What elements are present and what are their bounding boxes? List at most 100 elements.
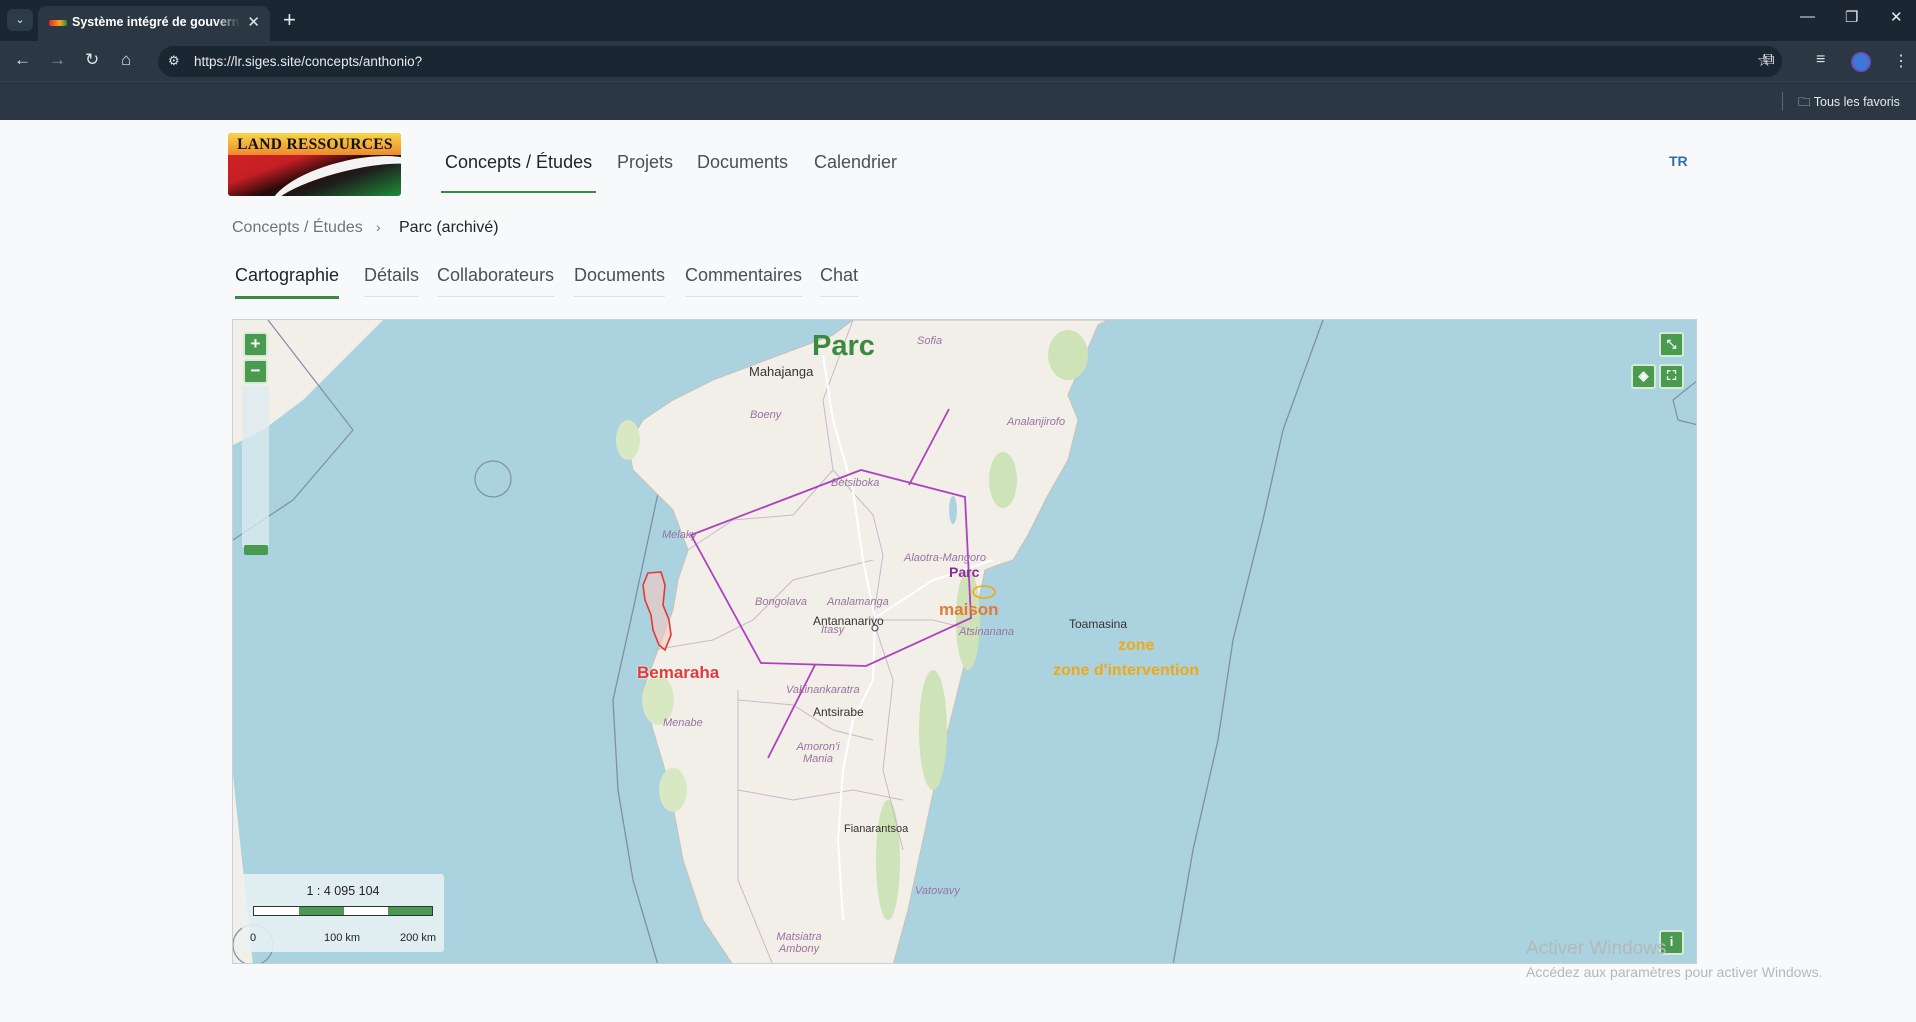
user-menu[interactable]: TR bbox=[1669, 153, 1688, 169]
back-icon[interactable]: ← bbox=[14, 50, 31, 70]
zoom-out-button[interactable]: − bbox=[243, 359, 268, 384]
breadcrumb-current: Parc (archivé) bbox=[399, 219, 499, 236]
scale-label-100: 100 km bbox=[324, 932, 361, 944]
media-icon[interactable]: ≡ bbox=[1816, 51, 1825, 69]
nav-active-indicator bbox=[441, 191, 596, 193]
site-favicon-icon bbox=[49, 20, 67, 26]
city-label: Mahajanga bbox=[749, 364, 814, 379]
region-label: Sofia bbox=[917, 335, 943, 347]
tab-search-button[interactable]: ⌄ bbox=[7, 9, 33, 31]
region-label: Analamanga bbox=[827, 596, 889, 608]
scale-control: 1 : 4 095 104 0 100 km 200 km bbox=[242, 874, 444, 952]
nav-calendrier[interactable]: Calendrier bbox=[814, 152, 897, 173]
folder-icon: 🗀 bbox=[1798, 95, 1814, 109]
nav-documents[interactable]: Documents bbox=[697, 152, 788, 173]
scale-segment bbox=[299, 907, 344, 915]
tab-cartographie[interactable]: Cartographie bbox=[235, 265, 340, 299]
scale-segment bbox=[254, 907, 299, 915]
map-canvas[interactable]: Parc Mahajanga Toamasina Antananarivo An… bbox=[232, 319, 1697, 964]
forest-patch bbox=[876, 800, 900, 920]
window-close-icon[interactable]: ✕ bbox=[1890, 8, 1903, 26]
profile-avatar-icon[interactable] bbox=[1851, 52, 1871, 72]
browser-tabbar: ⌄ Système intégré de gouvernance ✕ + — ❐… bbox=[0, 0, 1916, 41]
lake-alaotra bbox=[949, 496, 957, 524]
scale-segment bbox=[344, 907, 388, 915]
browser-tab[interactable]: Système intégré de gouvernance ✕ bbox=[38, 6, 270, 41]
region-label: Matsiatra Ambony bbox=[776, 931, 822, 955]
tab-details[interactable]: Détails bbox=[364, 265, 420, 297]
scale-bar bbox=[253, 906, 433, 916]
map-title: Parc bbox=[812, 330, 875, 362]
bookmarks-folder[interactable]: 🗀 Tous les favoris bbox=[1798, 93, 1900, 114]
bookmarks-separator bbox=[1782, 92, 1783, 110]
browser-toolbar: ← → ↻ ⌂ ⚙ https://lr.siges.site/concepts… bbox=[0, 41, 1916, 81]
region-label: Vakinankaratra bbox=[786, 684, 860, 696]
region-label: Vatovavy bbox=[915, 885, 960, 897]
project-polygon-label: Parc bbox=[949, 564, 980, 580]
intervention-zone-label: zone d'intervention bbox=[1053, 662, 1200, 679]
breadcrumb-separator-icon: › bbox=[376, 219, 381, 235]
land-ressources-logo[interactable]: LAND RESSOURCES bbox=[228, 133, 401, 196]
bookmarks-bar: 🗀 Tous les favoris bbox=[0, 81, 1916, 120]
forest-patch bbox=[659, 768, 687, 812]
scale-segment bbox=[388, 907, 432, 915]
new-tab-button[interactable]: + bbox=[283, 7, 296, 33]
logo-text: LAND RESSOURCES bbox=[237, 136, 393, 153]
zoom-slider[interactable] bbox=[242, 386, 269, 548]
region-label: Boeny bbox=[750, 409, 782, 421]
region-label: Analanjirofo bbox=[1007, 416, 1066, 428]
collapse-map-icon[interactable]: ⤡ bbox=[1659, 332, 1684, 357]
city-label: Fianarantsoa bbox=[844, 823, 909, 835]
minimize-icon[interactable]: — bbox=[1800, 8, 1815, 25]
forward-icon[interactable]: → bbox=[49, 50, 66, 70]
region-label: Itasy bbox=[821, 624, 845, 636]
scale-label-0: 0 bbox=[250, 932, 257, 944]
scale-label-200: 200 km bbox=[400, 932, 437, 944]
tab-collaborateurs[interactable]: Collaborateurs bbox=[437, 265, 555, 297]
region-label: Amoron'i Mania bbox=[796, 741, 840, 765]
browser-menu-icon[interactable]: ⋮ bbox=[1893, 51, 1909, 71]
windows-activation-title: Activer Windows bbox=[1526, 938, 1667, 959]
nav-concepts-etudes[interactable]: Concepts / Études bbox=[445, 152, 592, 173]
forest-patch bbox=[1048, 330, 1088, 380]
map-base-layer bbox=[233, 320, 1696, 963]
breadcrumb-root[interactable]: Concepts / Études bbox=[232, 219, 363, 237]
tab-commentaires[interactable]: Commentaires bbox=[685, 265, 803, 297]
maritime-boundary-island bbox=[474, 460, 512, 498]
fullscreen-icon[interactable]: ⛶ bbox=[1659, 364, 1684, 389]
forest-patch bbox=[919, 670, 947, 790]
region-label: Betsiboka bbox=[831, 477, 880, 489]
zoom-slider-thumb[interactable] bbox=[244, 545, 268, 555]
bemaraha-protected-area[interactable] bbox=[642, 571, 672, 652]
tab-chat[interactable]: Chat bbox=[820, 265, 859, 297]
reload-icon[interactable]: ↻ bbox=[85, 50, 99, 70]
site-info-icon[interactable]: ⚙ bbox=[168, 53, 180, 69]
extensions-icon[interactable]: ⧉ bbox=[1763, 51, 1774, 69]
region-label: Melaky bbox=[662, 529, 697, 541]
tab-documents[interactable]: Documents bbox=[574, 265, 666, 297]
region-label: Bongolava bbox=[755, 596, 807, 608]
layers-icon[interactable]: ◈ bbox=[1631, 364, 1656, 389]
city-label: Antsirabe bbox=[813, 705, 864, 719]
city-label: Toamasina bbox=[1069, 617, 1128, 631]
windows-activation-text: Accédez aux paramètres pour activer Wind… bbox=[1526, 964, 1823, 980]
maritime-boundary-east bbox=[1172, 320, 1324, 963]
forest-patch bbox=[616, 420, 640, 460]
address-bar[interactable]: ⚙ https://lr.siges.site/concepts/anthoni… bbox=[158, 46, 1782, 77]
region-label: Alaotra-Mangoro bbox=[904, 552, 986, 564]
zoom-in-button[interactable]: + bbox=[243, 332, 268, 357]
region-label: Menabe bbox=[663, 717, 703, 729]
forest-patch bbox=[989, 452, 1017, 508]
scale-ratio: 1 : 4 095 104 bbox=[306, 884, 380, 898]
bookmarks-folder-label: Tous les favoris bbox=[1813, 95, 1900, 109]
close-tab-icon[interactable]: ✕ bbox=[247, 13, 260, 31]
url-text[interactable]: https://lr.siges.site/concepts/anthonio? bbox=[194, 54, 422, 69]
zone-small-label: zone bbox=[1118, 637, 1155, 654]
house-point-label: maison bbox=[939, 600, 999, 619]
bemaraha-label: Bemaraha bbox=[637, 663, 720, 682]
nav-projets[interactable]: Projets bbox=[617, 152, 673, 173]
region-label: Atsinanana bbox=[959, 626, 1015, 638]
home-icon[interactable]: ⌂ bbox=[121, 50, 131, 70]
restore-icon[interactable]: ❐ bbox=[1845, 8, 1858, 26]
tab-title: Système intégré de gouvernance bbox=[72, 15, 240, 29]
